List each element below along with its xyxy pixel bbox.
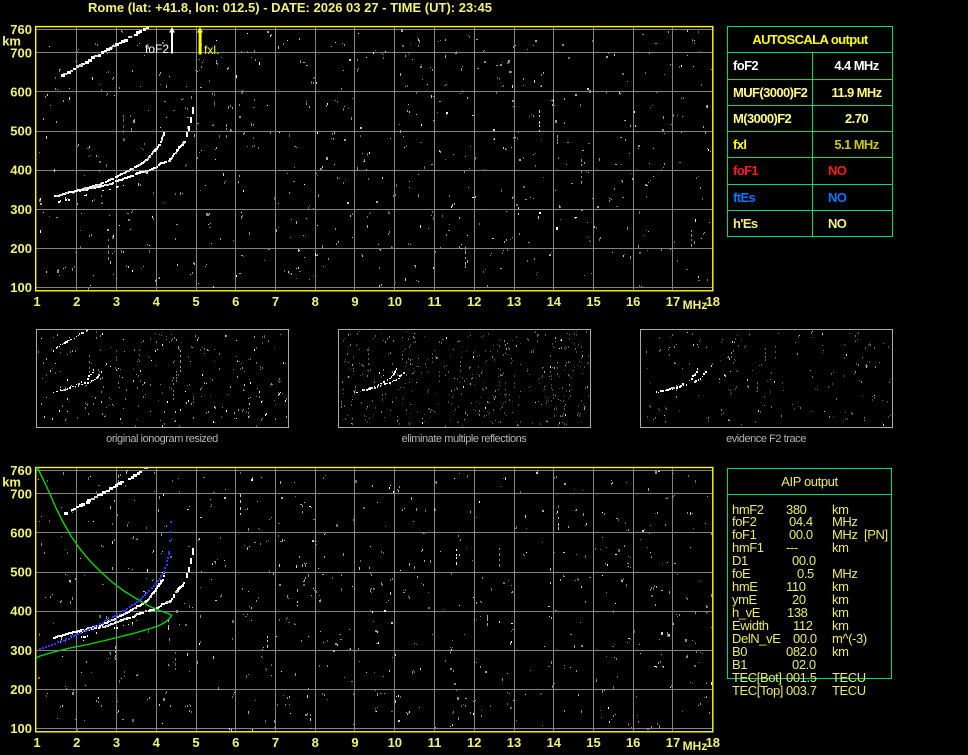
svg-text:7: 7 xyxy=(272,294,279,309)
svg-text:7: 7 xyxy=(272,735,279,750)
svg-text:8: 8 xyxy=(312,294,319,309)
svg-text:12: 12 xyxy=(467,735,481,750)
svg-text:5: 5 xyxy=(192,735,199,750)
svg-text:12: 12 xyxy=(467,294,481,309)
svg-text:600: 600 xyxy=(10,85,32,100)
svg-text:15: 15 xyxy=(586,735,600,750)
svg-text:fxl.: fxl. xyxy=(204,43,219,57)
svg-text:500: 500 xyxy=(10,124,32,139)
svg-text:11: 11 xyxy=(428,294,442,309)
svg-text:MHz: MHz xyxy=(683,739,708,753)
svg-text:400: 400 xyxy=(10,604,32,619)
svg-text:300: 300 xyxy=(10,643,32,658)
svg-text:1: 1 xyxy=(33,735,40,750)
svg-text:300: 300 xyxy=(10,202,32,217)
svg-text:14: 14 xyxy=(547,294,562,309)
svg-text:3: 3 xyxy=(113,735,120,750)
svg-text:6: 6 xyxy=(232,735,239,750)
svg-text:foF2: foF2 xyxy=(145,42,169,56)
svg-text:4: 4 xyxy=(153,735,161,750)
svg-text:2: 2 xyxy=(73,294,80,309)
svg-text:600: 600 xyxy=(10,526,32,541)
svg-text:km: km xyxy=(2,475,21,490)
svg-text:10: 10 xyxy=(388,294,402,309)
svg-text:18: 18 xyxy=(706,294,720,309)
svg-text:3: 3 xyxy=(113,294,120,309)
svg-text:9: 9 xyxy=(351,294,358,309)
svg-text:13: 13 xyxy=(507,735,521,750)
svg-text:10: 10 xyxy=(388,735,402,750)
svg-text:17: 17 xyxy=(666,735,680,750)
svg-text:4: 4 xyxy=(153,294,161,309)
svg-text:MHz: MHz xyxy=(683,298,708,312)
svg-text:200: 200 xyxy=(10,241,32,256)
svg-text:2: 2 xyxy=(73,735,80,750)
svg-text:400: 400 xyxy=(10,163,32,178)
svg-text:13: 13 xyxy=(507,294,521,309)
svg-text:5: 5 xyxy=(192,294,199,309)
svg-text:14: 14 xyxy=(547,735,562,750)
svg-text:11: 11 xyxy=(428,735,442,750)
svg-text:8: 8 xyxy=(312,735,319,750)
svg-text:200: 200 xyxy=(10,682,32,697)
svg-text:17: 17 xyxy=(666,294,680,309)
svg-text:6: 6 xyxy=(232,294,239,309)
svg-text:15: 15 xyxy=(586,294,600,309)
svg-text:100: 100 xyxy=(10,721,32,736)
svg-text:16: 16 xyxy=(626,294,640,309)
svg-text:1: 1 xyxy=(33,294,40,309)
svg-text:9: 9 xyxy=(351,735,358,750)
svg-text:km: km xyxy=(2,34,21,49)
svg-text:500: 500 xyxy=(10,565,32,580)
svg-text:18: 18 xyxy=(706,735,720,750)
svg-text:100: 100 xyxy=(10,280,32,295)
svg-text:16: 16 xyxy=(626,735,640,750)
